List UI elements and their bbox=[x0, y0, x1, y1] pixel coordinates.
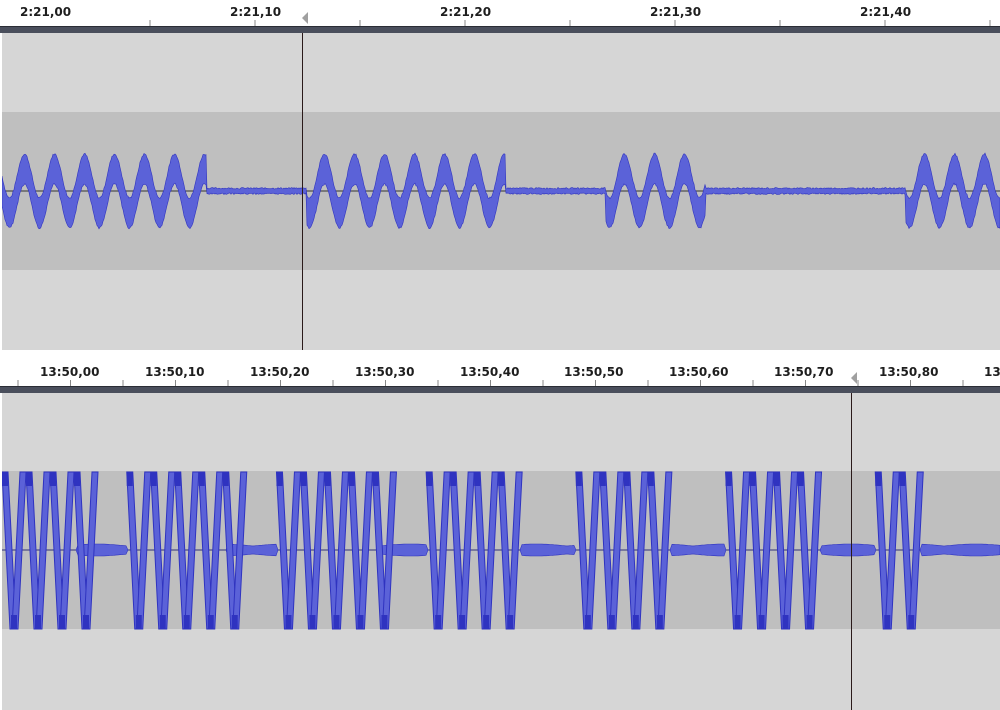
timeline-ruler[interactable]: 13:50,00 13:50,10 13:50,20 13:50,30 13:5… bbox=[0, 360, 1000, 388]
edit-cursor[interactable] bbox=[851, 393, 852, 710]
ruler-ticks bbox=[149, 20, 991, 27]
audio-panel-bottom: 13:50,00 13:50,10 13:50,20 13:50,30 13:5… bbox=[0, 360, 1000, 710]
ruler-bar bbox=[0, 26, 1000, 33]
waveform bbox=[2, 152, 1000, 230]
ruler-ticks bbox=[17, 380, 964, 387]
ruler-bar bbox=[0, 386, 1000, 393]
timeline-ruler[interactable]: 2:21,00 2:21,10 2:21,20 2:21,30 2:21,40 bbox=[0, 0, 1000, 28]
playhead-marker[interactable] bbox=[851, 372, 857, 384]
waveform-track[interactable] bbox=[2, 33, 1000, 350]
edit-cursor[interactable] bbox=[302, 33, 303, 350]
playhead-marker[interactable] bbox=[302, 12, 308, 24]
audio-panel-top: 2:21,00 2:21,10 2:21,20 2:21,30 2:21,40 bbox=[0, 0, 1000, 350]
